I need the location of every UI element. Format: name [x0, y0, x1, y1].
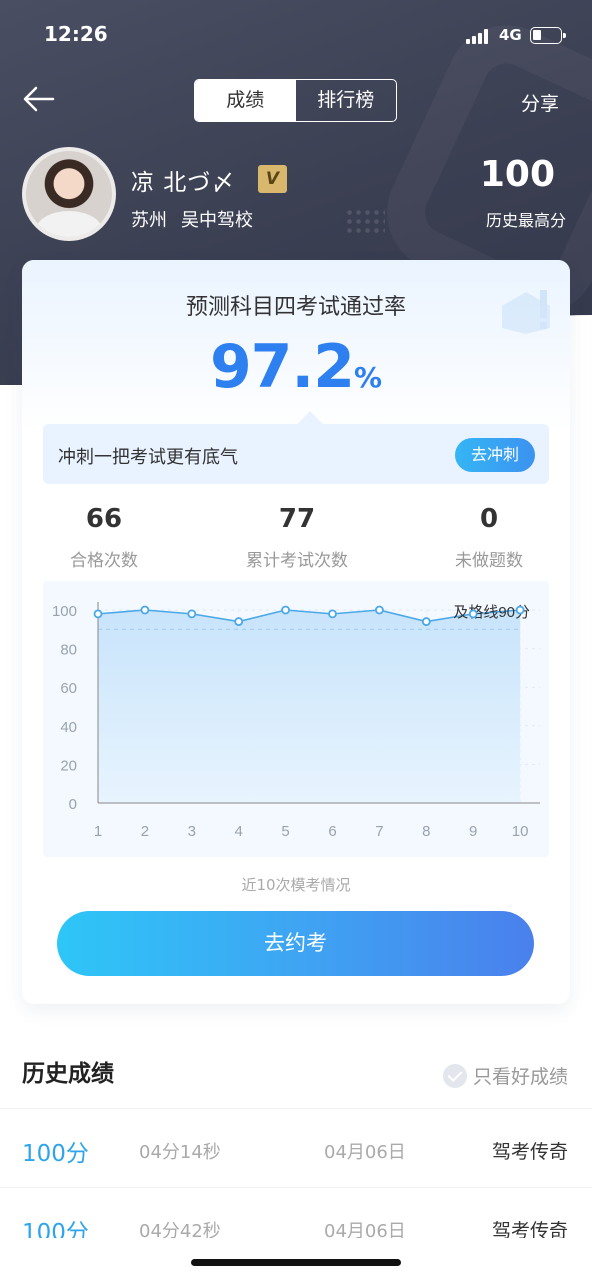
data-point [234, 617, 244, 626]
history-date: 04月06日 [324, 1221, 406, 1238]
y-tick-label: 20 [60, 757, 77, 774]
user-name: 凉 北づ〆 [131, 170, 236, 196]
vip-badge-icon: V [258, 165, 287, 193]
best-score-label: 历史最高分 [485, 211, 566, 230]
y-tick-label: 100 [52, 603, 77, 620]
sprint-tip: 冲刺一把考试更有底气 去冲刺 [43, 411, 549, 484]
chart-caption: 近10次模考情况 [241, 876, 351, 894]
share-button[interactable]: 分享 [521, 89, 559, 116]
data-point [468, 609, 478, 619]
tab-bar: 成绩 排行榜 [194, 79, 397, 122]
user-location: 苏州 吴中驾校 [131, 206, 267, 232]
data-point [281, 605, 291, 615]
stat-total: 77 累计考试次数 [232, 504, 362, 571]
x-tick-label: 6 [328, 823, 336, 840]
stat-label: 累计考试次数 [246, 551, 348, 571]
battery-icon [530, 27, 566, 44]
history-title: 历史成绩 [22, 1061, 114, 1087]
stat-undone: 0 未做题数 [435, 504, 543, 571]
avatar[interactable] [22, 147, 116, 241]
sprint-button[interactable]: 去冲刺 [455, 438, 535, 472]
data-point [140, 605, 150, 615]
book-exam-button[interactable]: 去约考 [57, 911, 534, 976]
data-point [515, 605, 525, 615]
history-list: 100分 04分14秒 04月06日 驾考传奇 100分 04分42秒 04月0… [0, 1108, 592, 1238]
network-type: 4G [499, 26, 522, 44]
card-title: 预测科目四考试通过率 [185, 295, 406, 320]
x-tick-label: 1 [94, 823, 102, 840]
data-point [93, 609, 103, 619]
stat-label: 未做题数 [455, 551, 523, 571]
tab-score[interactable]: 成绩 [195, 80, 296, 121]
status-bar: 12:26 4G [0, 22, 592, 50]
history-date: 04月06日 [324, 1142, 406, 1163]
history-source: 驾考传奇 [491, 1220, 568, 1238]
x-tick-label: 5 [281, 823, 289, 840]
x-tick-label: 10 [512, 823, 529, 840]
good-scores-filter[interactable]: 只看好成绩 [442, 1062, 568, 1089]
history-duration: 04分14秒 [139, 1142, 221, 1163]
stat-value: 0 [479, 504, 499, 534]
x-tick-label: 7 [375, 823, 383, 840]
data-point [375, 605, 384, 615]
y-tick-label: 0 [69, 796, 77, 813]
data-point [328, 609, 337, 619]
back-button[interactable] [22, 84, 56, 114]
data-point [187, 609, 197, 619]
dots-decoration [345, 208, 385, 234]
score-chart-svg: 0204060801001 2 3 4 5 6 7 8 9 10及格线90分 [52, 602, 540, 840]
stats-row: 66 合格次数 77 累计考试次数 0 未做题数 [22, 504, 570, 574]
series-area [98, 610, 521, 803]
status-time: 12:26 [44, 22, 108, 46]
history-score: 100分 [22, 1220, 89, 1238]
best-score: 100 [479, 154, 555, 195]
x-tick-label: 9 [469, 823, 477, 840]
x-tick-label: 4 [235, 823, 243, 840]
check-circle-icon[interactable] [442, 1063, 467, 1088]
score-chart: 0 20 40 60 80 100 1 2 3 4 5 6 7 8 9 10 及格线90分 [43, 581, 549, 857]
history-row[interactable]: 100分 04分42秒 04月06日 驾考传奇 [0, 1187, 592, 1238]
history-source: 驾考传奇 [491, 1141, 568, 1163]
pass-rate-unit: % [353, 361, 383, 394]
signal-icon [466, 28, 494, 44]
filter-label: 只看好成绩 [472, 1066, 568, 1088]
sprint-tip-text: 冲刺一把考试更有底气 [58, 447, 238, 468]
stat-value: 66 [85, 504, 123, 534]
stat-label: 合格次数 [70, 551, 138, 571]
history-duration: 04分42秒 [139, 1221, 221, 1238]
history-row[interactable]: 100分 04分14秒 04月06日 驾考传奇 [0, 1108, 592, 1187]
tab-ranking[interactable]: 排行榜 [296, 80, 397, 121]
stat-passed: 66 合格次数 [50, 504, 158, 571]
user-city: 苏州 [131, 210, 167, 231]
home-indicator[interactable] [191, 1259, 401, 1266]
pass-rate-value: 97.2 [209, 332, 355, 402]
y-tick-label: 60 [60, 680, 77, 697]
user-school: 吴中驾校 [181, 210, 253, 231]
y-tick-label: 40 [60, 719, 77, 736]
x-tick-label: 2 [141, 823, 149, 840]
arrow-left-icon [23, 86, 55, 112]
x-tick-label: 3 [188, 823, 196, 840]
prediction-card: 预测科目四考试通过率 97.2% 冲刺一把考试更有底气 去冲刺 66 合格次数 … [22, 260, 570, 1004]
stat-value: 77 [278, 504, 316, 534]
y-tick-label: 80 [60, 642, 77, 659]
pass-rate: 97.2% [22, 332, 570, 402]
x-tick-label: 8 [422, 823, 430, 840]
data-point [421, 617, 431, 626]
history-score: 100分 [22, 1141, 89, 1167]
